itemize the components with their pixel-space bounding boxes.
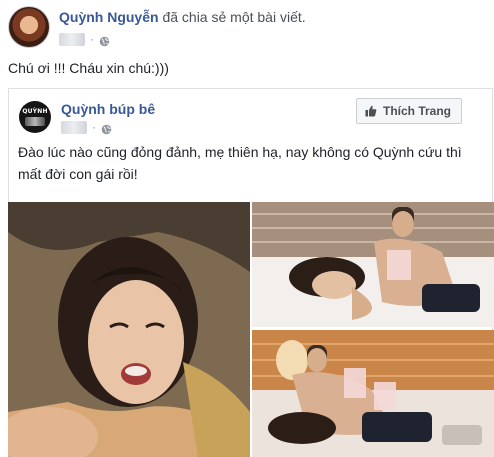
post-caption: Chú ơi !!! Cháu xin chú:)))	[8, 60, 169, 76]
shared-post-meta: ·	[61, 119, 112, 135]
post-meta: ·	[59, 31, 110, 47]
meta-separator: ·	[92, 120, 96, 134]
globe-icon[interactable]	[99, 34, 110, 46]
post-header: Quỳnh Nguyễn đã chia sẻ một bài viết. ·	[8, 6, 488, 52]
photo-bottom-right[interactable]	[252, 330, 494, 457]
like-page-button[interactable]: Thích Trang	[355, 98, 462, 124]
shared-post-card: QUỲNH Quỳnh búp bê · Thích Trang Đào lúc…	[8, 88, 494, 457]
photo-top-right[interactable]	[252, 202, 494, 327]
shared-post-text: Đào lúc nào cũng đỏng đảnh, mẹ thiên hạ,…	[18, 144, 462, 182]
post-timestamp-blurred[interactable]	[59, 32, 85, 46]
shared-timestamp-blurred[interactable]	[61, 120, 87, 134]
author-name-link[interactable]: Quỳnh Nguyễn	[59, 9, 159, 25]
globe-icon[interactable]	[101, 122, 112, 134]
page-avatar[interactable]: QUỲNH	[19, 101, 51, 133]
share-action-text: đã chia sẻ một bài viết.	[162, 9, 306, 25]
author-line: Quỳnh Nguyễn đã chia sẻ một bài viết.	[59, 9, 306, 25]
like-page-label: Thích Trang	[382, 104, 451, 118]
page-avatar-text: QUỲNH	[22, 108, 48, 115]
meta-separator: ·	[90, 32, 94, 46]
thumbs-up-icon	[365, 105, 377, 117]
page-name-link[interactable]: Quỳnh búp bê	[61, 101, 155, 117]
author-avatar[interactable]	[8, 6, 50, 48]
photo-main[interactable]	[8, 202, 250, 457]
